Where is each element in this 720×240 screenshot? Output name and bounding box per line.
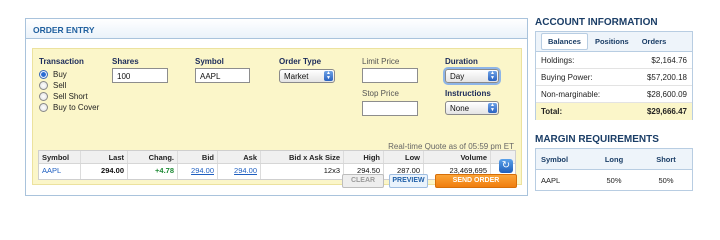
margin-cell-short: 50%: [658, 175, 674, 185]
cell-symbol[interactable]: AAPL: [39, 164, 81, 179]
order-type-select[interactable]: Market ▲ ▼: [279, 69, 335, 83]
radio-buy[interactable]: Buy: [39, 69, 67, 79]
tab-orders[interactable]: Orders: [636, 34, 673, 49]
holdings-label: Holdings:: [541, 56, 575, 65]
radio-sell[interactable]: Sell: [39, 80, 66, 90]
shares-label: Shares: [112, 57, 139, 66]
margin-table-header: Symbol Long Short: [536, 149, 692, 170]
send-order-button[interactable]: SEND ORDER: [435, 174, 517, 188]
order-type-label: Order Type: [279, 57, 322, 66]
order-entry-title: ORDER ENTRY: [26, 19, 527, 39]
cell-change: +4.78: [128, 164, 178, 179]
col-change: Chang.: [128, 151, 178, 163]
duration-value: Day: [450, 72, 465, 81]
refresh-icon[interactable]: ↻: [499, 159, 513, 173]
transaction-label: Transaction: [39, 57, 84, 66]
symbol-input[interactable]: AAPL: [195, 68, 250, 83]
account-information-title: ACCOUNT INFORMATION: [535, 17, 658, 28]
margin-requirements-title: MARGIN REQUIREMENTS: [535, 134, 659, 145]
margin-col-long: Long: [604, 154, 624, 164]
chevron-updown-icon: ▲ ▼: [488, 103, 497, 113]
non-marginable-label: Non-marginable:: [541, 90, 601, 99]
total-label: Total:: [541, 107, 563, 116]
buying-power-value: $57,200.18: [646, 73, 687, 82]
account-information-panel: Balances Positions Orders Holdings: $2,1…: [535, 31, 693, 120]
margin-cell-symbol: AAPL: [541, 175, 561, 185]
col-bid: Bid: [178, 151, 218, 163]
radio-buy-indicator[interactable]: [39, 69, 48, 79]
tab-balances[interactable]: Balances: [541, 33, 588, 50]
order-type-value: Market: [284, 72, 309, 81]
radio-buy-to-cover[interactable]: Buy to Cover: [39, 102, 99, 112]
radio-sell-label: Sell: [53, 80, 67, 90]
cell-bid[interactable]: 294.00: [178, 164, 218, 179]
radio-buy-to-cover-indicator[interactable]: [39, 102, 48, 112]
col-symbol: Symbol: [39, 151, 81, 163]
tab-positions[interactable]: Positions: [589, 34, 635, 49]
non-marginable-value: $28,600.09: [646, 90, 687, 99]
radio-buy-label: Buy: [53, 69, 67, 79]
chevron-updown-icon: ▲ ▼: [324, 71, 333, 81]
col-bid-ask-size: Bid x Ask Size: [261, 151, 344, 163]
holdings-value: $2,164.76: [651, 56, 687, 65]
cell-last: 294.00: [81, 164, 128, 179]
radio-buy-to-cover-label: Buy to Cover: [53, 102, 100, 112]
cell-ask[interactable]: 294.00: [218, 164, 261, 179]
cell-bid-ask-size: 12x3: [261, 164, 344, 179]
table-row: AAPL 50% 50%: [536, 170, 692, 190]
preview-button[interactable]: PREVIEW: [389, 174, 428, 188]
duration-select[interactable]: Day ▲ ▼: [445, 69, 499, 83]
col-last: Last: [81, 151, 128, 163]
account-tabs: Balances Positions Orders: [536, 32, 692, 52]
margin-requirements-panel: Symbol Long Short AAPL 50% 50%: [535, 148, 693, 191]
order-form: Transaction Buy Sell Sell Short Buy to C…: [32, 48, 522, 185]
quote-table-header: Symbol Last Chang. Bid Ask Bid x Ask Siz…: [39, 151, 515, 164]
stop-price-input[interactable]: [362, 101, 418, 116]
stop-price-label: Stop Price: [362, 89, 399, 98]
margin-cell-long: 50%: [606, 175, 622, 185]
col-ask: Ask: [218, 151, 261, 163]
duration-label: Duration: [445, 57, 478, 66]
instructions-label: Instructions: [445, 89, 491, 98]
radio-sell-short[interactable]: Sell Short: [39, 91, 88, 101]
margin-col-symbol: Symbol: [541, 154, 569, 164]
buying-power-row: Buying Power: $57,200.18: [536, 69, 692, 86]
radio-sell-short-indicator[interactable]: [39, 91, 48, 101]
instructions-value: None: [450, 104, 470, 113]
non-marginable-row: Non-marginable: $28,600.09: [536, 86, 692, 103]
radio-sell-short-label: Sell Short: [53, 91, 88, 101]
col-low: Low: [384, 151, 424, 163]
instructions-select[interactable]: None ▲ ▼: [445, 101, 499, 115]
limit-price-input[interactable]: [362, 68, 418, 83]
radio-sell-indicator[interactable]: [39, 80, 48, 90]
order-entry-panel: ORDER ENTRY Transaction Buy Sell Sell Sh…: [25, 18, 528, 196]
chevron-updown-icon: ▲ ▼: [488, 71, 497, 81]
col-volume: Volume: [424, 151, 491, 163]
clear-button[interactable]: CLEAR: [342, 174, 384, 188]
total-value: $29,666.47: [646, 107, 687, 116]
holdings-row: Holdings: $2,164.76: [536, 52, 692, 69]
shares-input[interactable]: 100: [112, 68, 168, 83]
total-row: Total: $29,666.47: [536, 103, 692, 120]
col-high: High: [344, 151, 384, 163]
symbol-label: Symbol: [195, 57, 224, 66]
limit-price-label: Limit Price: [362, 57, 400, 66]
margin-col-short: Short: [656, 154, 676, 164]
buying-power-label: Buying Power:: [541, 73, 593, 82]
